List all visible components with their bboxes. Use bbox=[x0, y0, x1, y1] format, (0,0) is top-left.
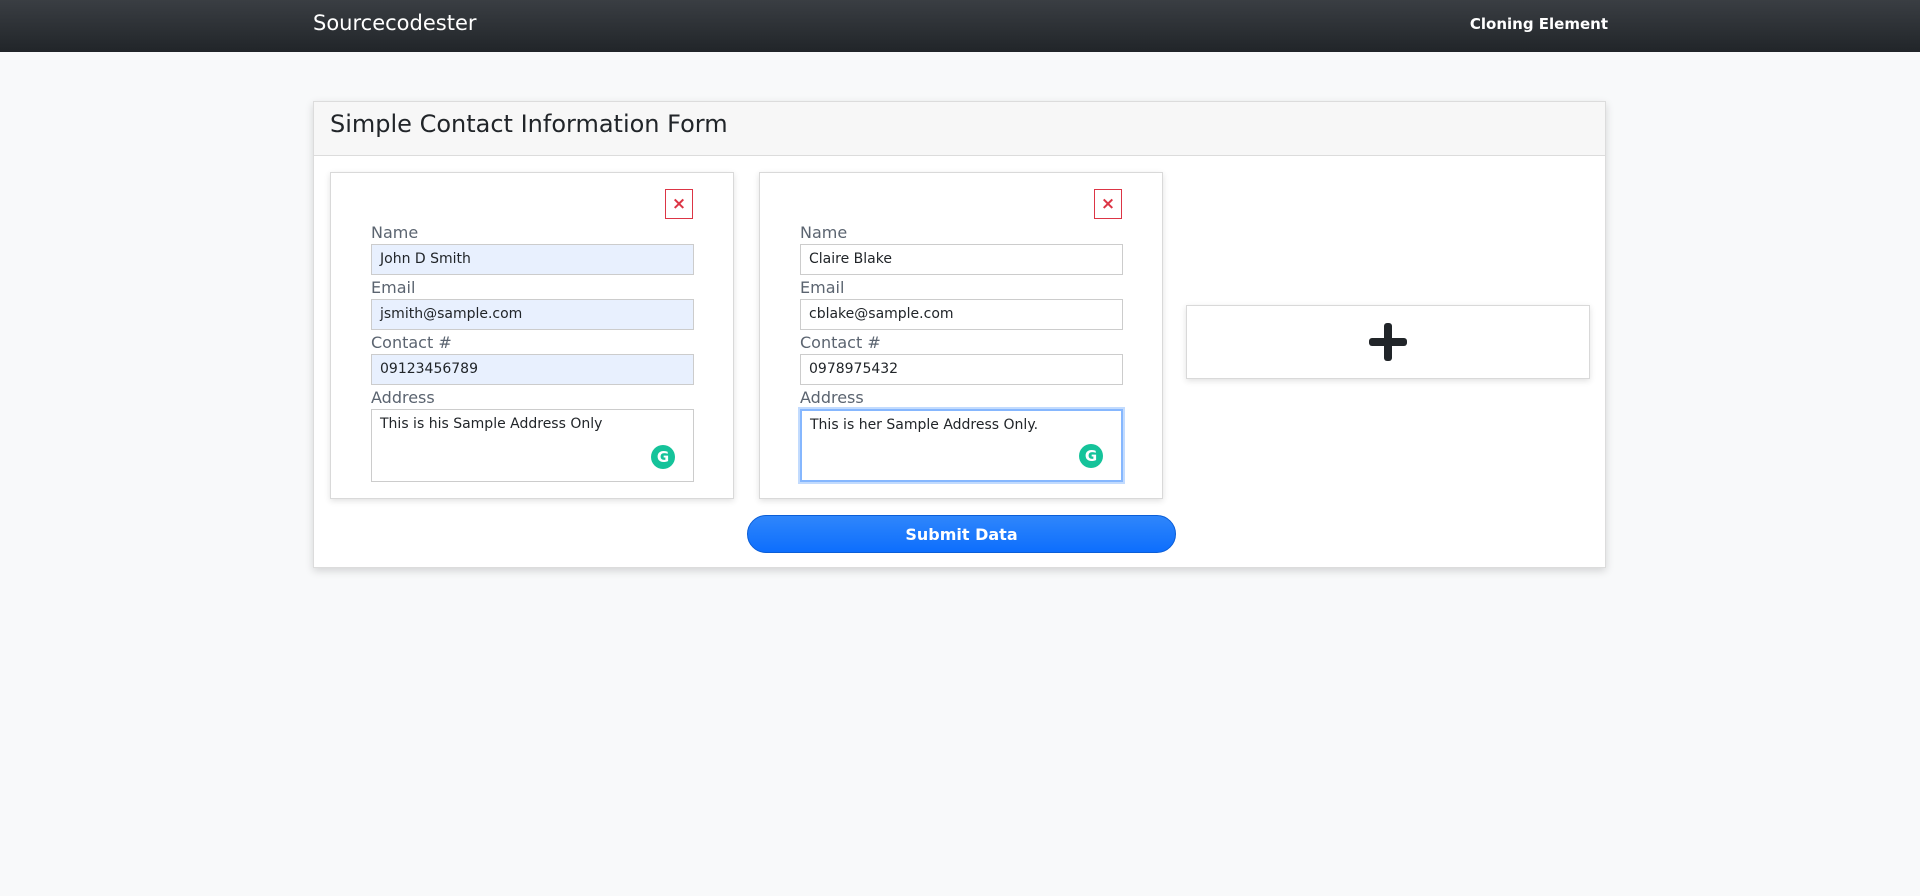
address-textarea[interactable]: This is his Sample Address Only G bbox=[371, 409, 694, 482]
address-label: Address bbox=[800, 388, 864, 407]
email-label: Email bbox=[800, 278, 845, 297]
address-label: Address bbox=[371, 388, 435, 407]
grammarly-icon[interactable]: G bbox=[651, 445, 675, 469]
brand-logo-text[interactable]: Sourcecodester bbox=[313, 11, 477, 35]
remove-contact-button[interactable]: × bbox=[1094, 189, 1122, 219]
address-text: This is his Sample Address Only bbox=[380, 416, 603, 432]
contact-item-1: × Name John D Smith Email jsmith@sample.… bbox=[330, 172, 734, 499]
name-input[interactable]: John D Smith bbox=[371, 244, 694, 275]
email-label: Email bbox=[371, 278, 416, 297]
close-icon: × bbox=[671, 193, 687, 214]
contact-form-card: Simple Contact Information Form × Name J… bbox=[313, 101, 1606, 568]
email-input[interactable]: jsmith@sample.com bbox=[371, 299, 694, 330]
name-label: Name bbox=[800, 223, 848, 242]
cloning-element-link[interactable]: Cloning Element bbox=[1470, 15, 1608, 33]
card-header: Simple Contact Information Form bbox=[314, 102, 1605, 156]
address-textarea[interactable]: This is her Sample Address Only. G bbox=[800, 409, 1123, 482]
add-contact-button[interactable] bbox=[1186, 305, 1590, 379]
page-title: Simple Contact Information Form bbox=[330, 110, 728, 138]
contact-number-label: Contact # bbox=[800, 333, 881, 352]
grammarly-icon[interactable]: G bbox=[1079, 444, 1103, 468]
contact-number-label: Contact # bbox=[371, 333, 452, 352]
contact-number-input[interactable]: 09123456789 bbox=[371, 354, 694, 385]
plus-icon bbox=[1369, 323, 1407, 361]
contact-number-input[interactable]: 0978975432 bbox=[800, 354, 1123, 385]
email-input[interactable]: cblake@sample.com bbox=[800, 299, 1123, 330]
contact-item-2: × Name Claire Blake Email cblake@sample.… bbox=[759, 172, 1163, 499]
submit-data-button[interactable]: Submit Data bbox=[747, 515, 1176, 553]
name-input[interactable]: Claire Blake bbox=[800, 244, 1123, 275]
close-icon: × bbox=[1100, 193, 1116, 214]
top-navbar: Sourcecodester Cloning Element bbox=[0, 0, 1920, 52]
address-text: This is her Sample Address Only. bbox=[810, 417, 1039, 433]
name-label: Name bbox=[371, 223, 419, 242]
remove-contact-button[interactable]: × bbox=[665, 189, 693, 219]
